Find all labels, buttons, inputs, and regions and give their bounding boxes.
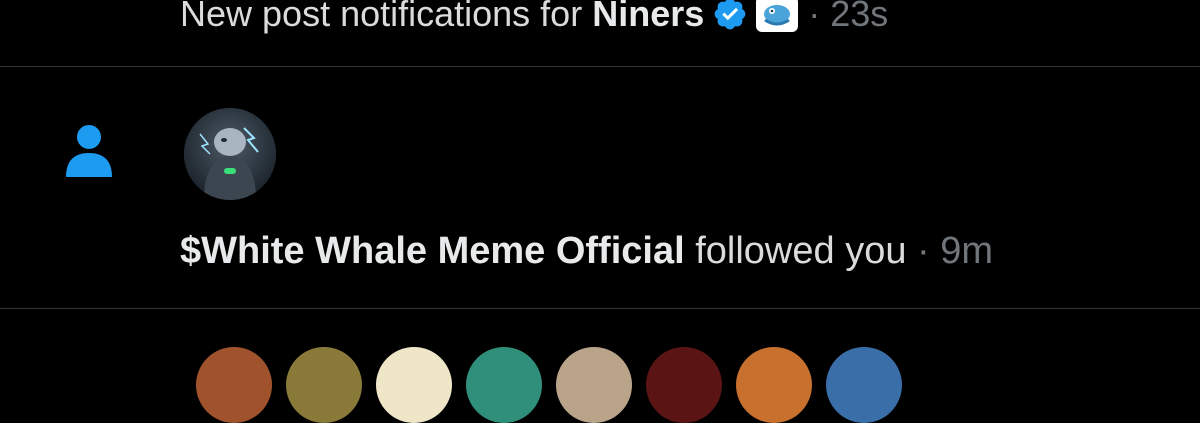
post-notification-separator: · bbox=[798, 0, 831, 34]
avatar[interactable] bbox=[184, 108, 276, 200]
avatar[interactable] bbox=[646, 347, 722, 423]
avatar[interactable] bbox=[736, 347, 812, 423]
person-icon bbox=[64, 123, 114, 179]
follow-notification-text: $White Whale Meme Official followed you … bbox=[180, 225, 993, 277]
avatar[interactable] bbox=[556, 347, 632, 423]
follow-action-text: followed you bbox=[684, 230, 907, 272]
avatar[interactable] bbox=[826, 347, 902, 423]
account-name-niners[interactable]: Niners bbox=[592, 0, 704, 34]
avatar[interactable] bbox=[376, 347, 452, 423]
avatar[interactable] bbox=[466, 347, 542, 423]
post-notification-row[interactable]: New post notifications for Niners · 23s bbox=[0, 0, 1200, 67]
follow-time: 9m bbox=[940, 230, 994, 272]
avatar[interactable] bbox=[286, 347, 362, 423]
post-notification-text: New post notifications for Niners · 23s bbox=[180, 0, 888, 40]
post-notification-prefix: New post notifications for bbox=[180, 0, 593, 34]
follow-separator: · bbox=[906, 230, 941, 272]
affiliate-badge-icon bbox=[756, 0, 799, 32]
account-name-follower[interactable]: $White Whale Meme Official bbox=[180, 230, 685, 272]
post-notification-time: 23s bbox=[830, 0, 889, 34]
avatar[interactable] bbox=[196, 347, 272, 423]
next-notification-avatars[interactable] bbox=[0, 309, 1200, 423]
follow-notification-row[interactable]: $White Whale Meme Official followed you … bbox=[0, 67, 1200, 309]
verified-badge-icon bbox=[712, 0, 748, 30]
